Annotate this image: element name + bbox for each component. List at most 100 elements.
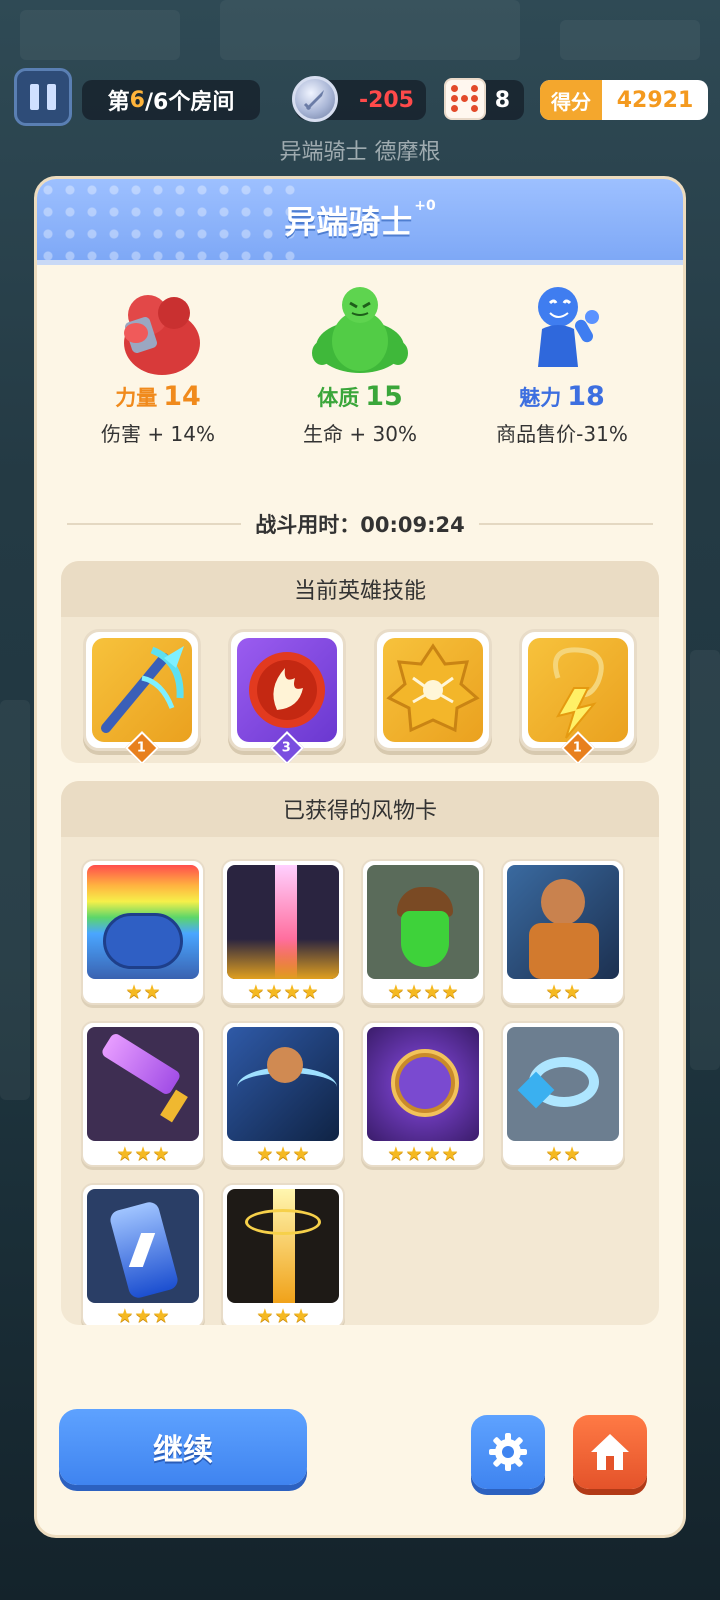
star-icon: ★ (134, 1142, 152, 1165)
star-icon: ★ (405, 1142, 423, 1165)
constitution-label-row: 体质 15 (317, 381, 403, 412)
charisma-effect: 商品售价-31% (496, 422, 628, 446)
battle-time-row: 战斗用时：00:09:24 (67, 509, 653, 539)
star-icon: ★ (292, 1304, 310, 1325)
card-stars: ★ ★ ★ (227, 1303, 339, 1325)
skills-header: 当前英雄技能 (61, 561, 659, 617)
charisma-value: 18 (567, 381, 605, 412)
relic-card[interactable]: ★ ★ (501, 1021, 625, 1167)
settings-button[interactable] (471, 1415, 545, 1489)
strength-label-row: 力量 14 (115, 381, 201, 412)
cards-header: 已获得的风物卡 (61, 781, 659, 837)
skill-level: 1 (137, 740, 147, 756)
card-stars: ★ ★ (87, 979, 199, 1005)
star-icon: ★ (116, 1304, 134, 1325)
pause-button[interactable] (14, 68, 72, 126)
relic-card[interactable]: ★ ★ ★ (221, 1183, 345, 1325)
relic-card[interactable]: ★ ★ ★ (81, 1183, 205, 1325)
sword-value: -205 (358, 87, 414, 113)
star-icon: ★ (545, 1142, 563, 1165)
warrior-woman-icon (507, 865, 619, 979)
star-icon: ★ (116, 1142, 134, 1165)
relic-card[interactable]: ★ ★ ★ (221, 1021, 345, 1167)
card-stars: ★ ★ (507, 979, 619, 1005)
boss-name: 异端骑士 德摩根 (279, 140, 441, 165)
relic-card[interactable]: ★ ★ (81, 859, 205, 1005)
charisma-name: 魅力 (519, 386, 562, 410)
hero-summary-panel: 异端骑士 +0 力量 14 伤害 + 14% 体质 15 生命 + 30% 魅力… (34, 176, 686, 1538)
sword-coin-icon (292, 76, 338, 122)
constitution-value: 15 (365, 381, 403, 412)
star-icon: ★ (563, 1142, 581, 1165)
star-icon: ★ (256, 1142, 274, 1165)
purple-pocketwatch-icon (367, 1027, 479, 1141)
charisma-label-row: 魅力 18 (519, 381, 605, 412)
star-icon: ★ (423, 980, 441, 1003)
relic-card[interactable]: ★ ★ (501, 859, 625, 1005)
battle-time-text: 战斗用时：00:09:24 (241, 509, 478, 539)
skill-lightning-rope[interactable]: 1 (518, 629, 637, 763)
card-stars: ★ ★ ★ (87, 1303, 199, 1325)
skill-crossbow[interactable]: 1 (83, 629, 201, 763)
star-icon: ★ (387, 1142, 405, 1165)
constitution-effect: 生命 + 30% (303, 422, 417, 446)
cards-section: 已获得的风物卡 ★ ★ ★ ★ ★ ★ ★ ★ ★ ★ ★ ★ ★ ★ ★ ★ ★ ★ ★ ★ ★ ★ ★ ★ ★ ★ ★ ★ ★ ★ (61, 781, 659, 1325)
dice-value: 8 (494, 87, 510, 113)
gear-icon (489, 1433, 527, 1471)
dashing-hero-icon (227, 1027, 339, 1141)
relic-card[interactable]: ★ ★ ★ ★ (361, 859, 485, 1005)
star-icon: ★ (292, 1142, 310, 1165)
panel-title-sup: +0 (414, 197, 436, 214)
star-icon: ★ (265, 980, 283, 1003)
battle-time-label: 战斗用时： (255, 513, 361, 537)
purple-sword-icon (87, 1027, 199, 1141)
star-icon: ★ (441, 980, 459, 1003)
star-icon: ★ (387, 980, 405, 1003)
skill-fire-orb[interactable]: 3 (228, 629, 347, 763)
star-icon: ★ (274, 1304, 292, 1325)
pause-icon-bar (30, 84, 39, 110)
panel-title: 异端骑士 (284, 202, 413, 241)
ice-ring-icon (507, 1027, 619, 1141)
star-icon: ★ (283, 980, 301, 1003)
star-icon: ★ (423, 1142, 441, 1165)
blue-battery-icon (87, 1189, 199, 1303)
star-icon: ★ (152, 1142, 170, 1165)
continue-button[interactable]: 继续 (59, 1409, 307, 1485)
strength-value: 14 (163, 381, 201, 412)
skill-level: 3 (282, 740, 292, 756)
card-stars: ★ ★ ★ (87, 1141, 199, 1167)
card-stars: ★ ★ ★ ★ (367, 979, 479, 1005)
dice-counter: 8 (444, 78, 524, 120)
star-icon: ★ (441, 1142, 459, 1165)
panel-header: 异端骑士 +0 (37, 179, 683, 265)
score-value: 42921 (616, 87, 694, 113)
constitution-name: 体质 (317, 386, 360, 410)
divider (478, 523, 653, 525)
skills-list: 1 3 1 (61, 617, 659, 763)
battle-time-value: 00:09:24 (360, 513, 465, 537)
pause-icon-bar (47, 84, 56, 110)
green-acorn-icon (367, 865, 479, 979)
rainbow-pot-icon (87, 865, 199, 979)
room-prefix: 第 (107, 90, 130, 115)
star-icon: ★ (134, 1304, 152, 1325)
golden-lightning-icon (227, 1189, 339, 1303)
stat-charisma: 魅力 18 商品售价-31% (467, 283, 657, 453)
strength-name: 力量 (115, 386, 158, 410)
star-icon: ★ (301, 980, 319, 1003)
star-icon: ★ (143, 980, 161, 1003)
relic-card[interactable]: ★ ★ ★ ★ (361, 1021, 485, 1167)
star-icon: ★ (274, 1142, 292, 1165)
home-button[interactable] (573, 1415, 647, 1489)
star-icon: ★ (152, 1304, 170, 1325)
relic-card[interactable]: ★ ★ ★ ★ (221, 859, 345, 1005)
cards-grid: ★ ★ ★ ★ ★ ★ ★ ★ ★ ★ ★ ★ ★ ★ ★ ★ ★ ★ ★ ★ ★ ★ ★ ★ ★ ★ ★ ★ ★ ★ (61, 837, 659, 1325)
home-icon (591, 1434, 629, 1470)
star-icon: ★ (545, 980, 563, 1003)
skill-spider-badge[interactable] (373, 629, 492, 751)
strength-icon (108, 283, 208, 379)
skill-level: 1 (573, 740, 583, 756)
top-hud: 第 6 /6个房间 -205 8 得分 42921 (14, 68, 708, 126)
relic-card[interactable]: ★ ★ ★ (81, 1021, 205, 1167)
